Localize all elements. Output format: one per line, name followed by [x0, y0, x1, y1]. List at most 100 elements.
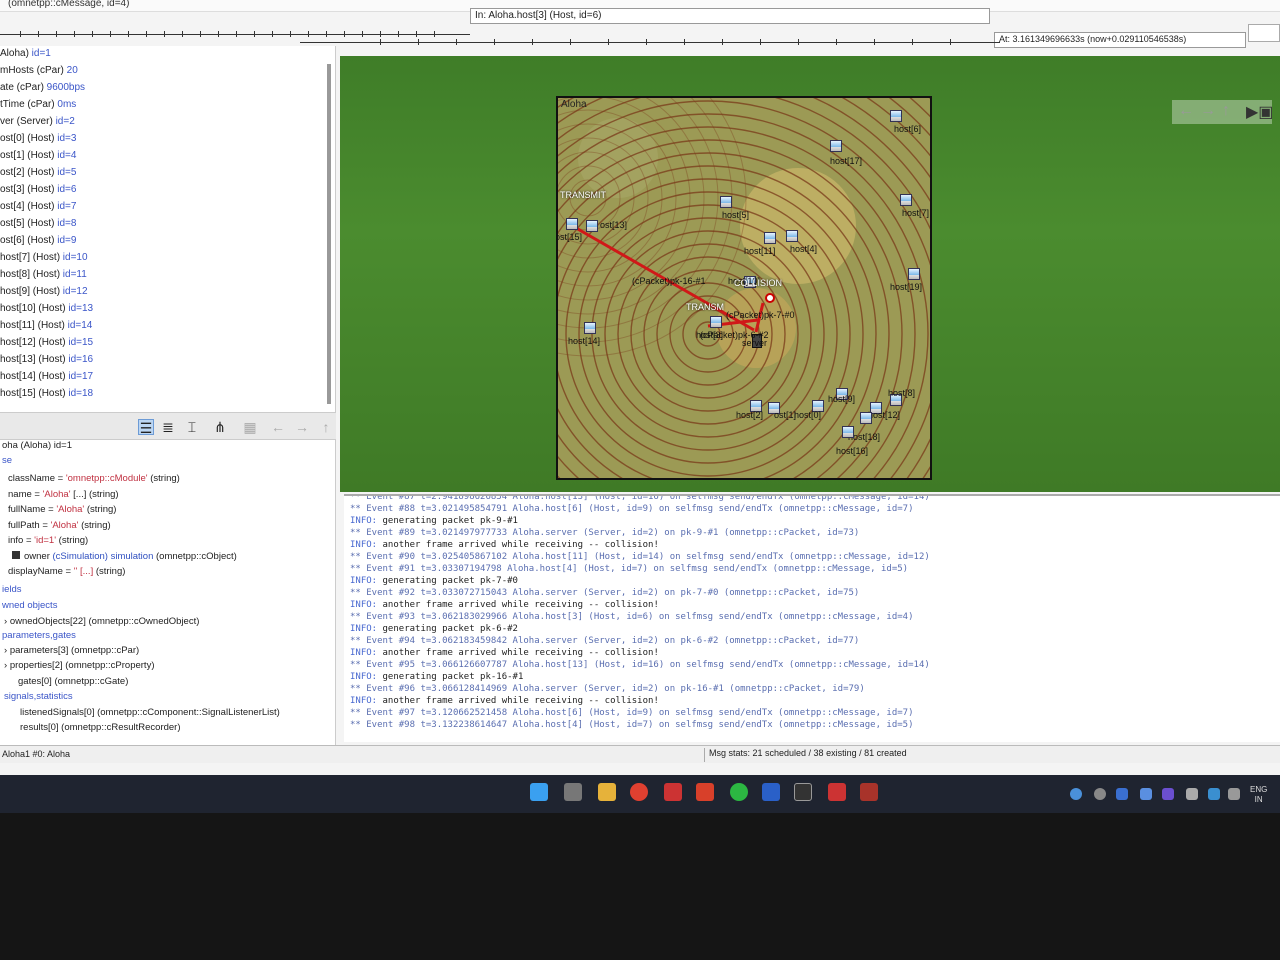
- tree-row[interactable]: host[15] (Host) id=18: [0, 388, 93, 405]
- signals-row[interactable]: results[0] (omnetpp::cResultRecorder): [20, 722, 181, 737]
- params-row[interactable]: › properties[2] (omnetpp::cProperty): [4, 660, 155, 675]
- tray-network-icon[interactable]: [1186, 788, 1198, 800]
- tree-scrollbar[interactable]: [327, 64, 331, 404]
- children-mode-icon[interactable]: ☰: [138, 419, 154, 436]
- tree-row[interactable]: host[11] (Host) id=14: [0, 320, 92, 337]
- tree-row[interactable]: ost[2] (Host) id=5: [0, 167, 76, 184]
- tree-row[interactable]: ost[4] (Host) id=7: [0, 201, 76, 218]
- tray-bluetooth-icon[interactable]: [1140, 788, 1152, 800]
- inspector-field-row[interactable]: name = 'Aloha' [...] (string): [8, 489, 119, 504]
- back-icon[interactable]: ←: [270, 419, 286, 435]
- tree-row[interactable]: host[9] (Host) id=12: [0, 286, 88, 303]
- log-text: another frame arrived while receiving --…: [382, 648, 659, 658]
- object-inspector[interactable]: oha (Aloha) id=1 seclassName = 'omnetpp::…: [0, 440, 336, 745]
- tree-row[interactable]: ate (cPar) 9600bps: [0, 82, 85, 99]
- lync-icon[interactable]: [762, 783, 780, 801]
- node-label: ost[13]: [600, 220, 628, 230]
- aloha-network[interactable]: Aloha host[6] host[17] host[7] host[5] host[…: [556, 96, 932, 480]
- inspector-field-row[interactable]: owner (cSimulation) simulation (omnetpp:…: [12, 550, 237, 566]
- inspector-field-row[interactable]: fullName = 'Aloha' (string): [8, 504, 116, 519]
- log-text: generating packet pk-6-#2: [382, 624, 518, 634]
- inspector-field-row[interactable]: info = 'id=1' (string): [8, 535, 88, 550]
- inspector-field-row[interactable]: displayName = '' [...] (string): [8, 566, 125, 581]
- tray-onenote-icon[interactable]: [1162, 788, 1174, 800]
- log-info-line: INFO: generating packet pk-7-#0: [350, 576, 518, 588]
- canvas-forward-icon[interactable]: →: [1200, 102, 1216, 120]
- brave-icon[interactable]: [696, 783, 714, 801]
- tree-row[interactable]: ost[1] (Host) id=4: [0, 150, 76, 167]
- tray-sync-icon[interactable]: [1094, 788, 1106, 800]
- timeline-tick: [20, 31, 21, 37]
- inspector-title-field[interactable]: In: Aloha.host[3] (Host, id=6): [470, 8, 990, 24]
- omnetpp-ide-icon[interactable]: [828, 783, 846, 801]
- tree-row-id: id=13: [65, 303, 94, 314]
- volume-icon[interactable]: [1228, 788, 1240, 800]
- canvas-up-icon[interactable]: ↑: [1222, 102, 1230, 120]
- msg-stats: Msg stats: 21 scheduled / 38 existing / …: [704, 748, 907, 762]
- inspector-section-fields[interactable]: ields: [2, 584, 22, 599]
- tree-row[interactable]: host[10] (Host) id=13: [0, 303, 93, 320]
- field-name: info =: [8, 535, 35, 546]
- language-indicator[interactable]: ENG IN: [1250, 785, 1267, 805]
- up-icon[interactable]: ↑: [318, 419, 334, 435]
- tree-row-name: host[10] (Host): [0, 303, 66, 314]
- tree-row[interactable]: host[8] (Host) id=11: [0, 269, 87, 286]
- inspector-section-signals[interactable]: signals,statistics: [4, 691, 73, 706]
- file-explorer-icon[interactable]: [598, 783, 616, 801]
- tree-row[interactable]: host[7] (Host) id=10: [0, 252, 88, 269]
- terminal-icon[interactable]: [794, 783, 812, 801]
- tray-app-icon[interactable]: [1070, 788, 1082, 800]
- tree-row[interactable]: ost[5] (Host) id=8: [0, 218, 76, 235]
- whatsapp-icon[interactable]: [730, 783, 748, 801]
- inspector-section-params[interactable]: parameters,gates: [2, 630, 76, 645]
- tree-row[interactable]: ost[6] (Host) id=9: [0, 235, 76, 252]
- params-row[interactable]: gates[0] (omnetpp::cGate): [18, 676, 128, 691]
- message-title: (omnetpp::cMessage, id=4): [8, 0, 130, 9]
- tree-row[interactable]: mHosts (cPar) 20: [0, 65, 78, 82]
- tree-row[interactable]: Aloha) id=1: [0, 48, 51, 65]
- tree-row[interactable]: ost[3] (Host) id=6: [0, 184, 76, 201]
- inheritance-mode-icon[interactable]: ⋔: [212, 419, 228, 435]
- tree-row-id: id=11: [60, 269, 87, 280]
- computer-icon: [830, 140, 842, 152]
- tree-row[interactable]: host[12] (Host) id=15: [0, 337, 93, 354]
- params-row[interactable]: › parameters[3] (omnetpp::cPar): [4, 645, 139, 660]
- chrome-icon[interactable]: [630, 783, 648, 801]
- timeline-axis-upper: [0, 34, 470, 35]
- inspector-section-base[interactable]: se: [2, 455, 12, 470]
- inspector-field-row[interactable]: fullPath = 'Aloha' (string): [8, 520, 111, 535]
- store-icon[interactable]: [664, 783, 682, 801]
- canvas-back-icon[interactable]: ←: [1178, 102, 1194, 120]
- signals-row[interactable]: listenedSignals[0] (omnetpp::cComponent:…: [20, 707, 280, 722]
- tree-row-id: id=10: [60, 252, 88, 263]
- event-log[interactable]: ** Event #87 t=2.941898626834 Aloha.host…: [344, 494, 1280, 742]
- node-label: ost[1]: [774, 410, 797, 420]
- timeline-tick: [456, 39, 457, 45]
- field-value: 'omnetpp::cModule': [65, 473, 148, 484]
- tree-row[interactable]: ost[0] (Host) id=3: [0, 133, 76, 150]
- layout-icon[interactable]: ▦: [242, 419, 258, 435]
- node-label: host[12]: [868, 410, 901, 420]
- object-tree[interactable]: Aloha) id=1 mHosts (cPar) 20 ate (cPar) 96…: [0, 46, 336, 412]
- forward-icon[interactable]: →: [294, 419, 310, 435]
- tree-row[interactable]: host[14] (Host) id=17: [0, 371, 93, 388]
- tree-row-name: ost[6] (Host): [0, 235, 55, 246]
- start-icon[interactable]: [530, 783, 548, 801]
- tree-row-id: id=1: [28, 48, 51, 59]
- inspector-header[interactable]: oha (Aloha) id=1: [2, 440, 72, 455]
- network-canvas[interactable]: ← → ↑ ▶▣ Aloha host[6] host[17] host[7] hos…: [340, 56, 1280, 492]
- tree-row[interactable]: ver (Server) id=2: [0, 116, 75, 133]
- inspector-field-row[interactable]: className = 'omnetpp::cModule' (string): [8, 473, 180, 488]
- canvas-mode-icon[interactable]: ▶▣: [1246, 102, 1273, 122]
- tree-row[interactable]: tTime (cPar) 0ms: [0, 99, 76, 116]
- owned-objects-row[interactable]: › ownedObjects[22] (omnetpp::cOwnedObjec…: [4, 616, 199, 631]
- tree-row[interactable]: host[13] (Host) id=16: [0, 354, 93, 371]
- flat-mode-icon[interactable]: ≣: [160, 419, 176, 435]
- tray-flag-icon[interactable]: [1116, 788, 1128, 800]
- group-mode-icon[interactable]: ⌶: [184, 419, 200, 435]
- task-view-icon[interactable]: [564, 783, 582, 801]
- tray-cloud-icon[interactable]: [1208, 788, 1220, 800]
- field-value: '' [...]: [73, 566, 94, 577]
- qtenv-icon[interactable]: [860, 783, 878, 801]
- inspector-section-owned[interactable]: wned objects: [2, 600, 57, 615]
